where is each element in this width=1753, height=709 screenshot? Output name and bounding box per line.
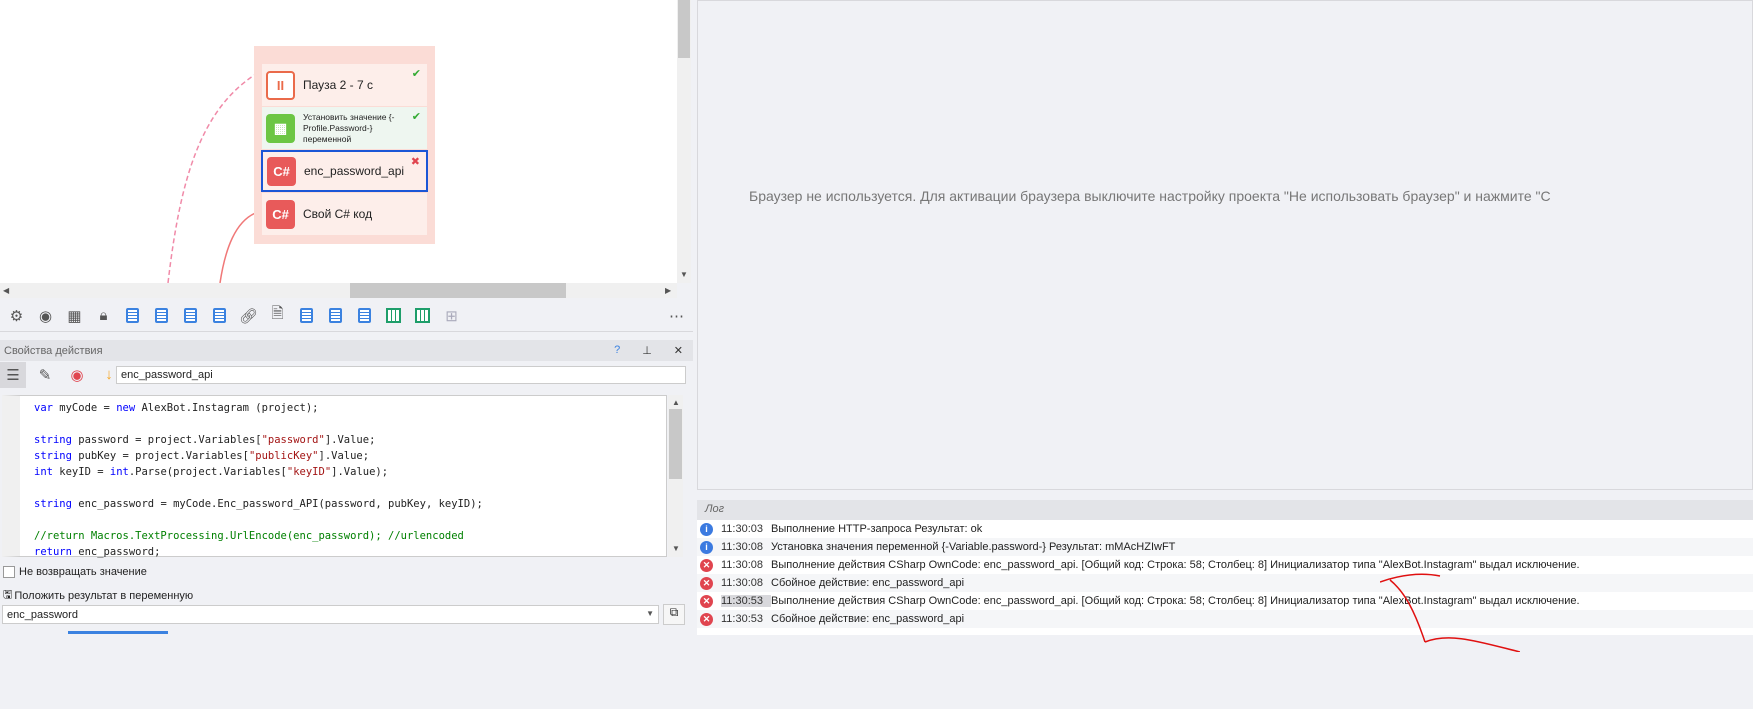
list-icon[interactable] <box>209 305 230 326</box>
log-time: 11:30:03 <box>721 523 764 535</box>
log-list[interactable]: i 11:30:03 Выполнение HTTP-запроса Результ… <box>697 520 1753 635</box>
table-icon[interactable] <box>412 305 433 326</box>
node-label: Пауза 2 - 7 с <box>303 78 374 92</box>
log-message: Установка значения переменной {-Variable… <box>771 541 1176 553</box>
active-tab-indicator <box>68 631 168 634</box>
node-label: Свой C# код <box>303 207 373 221</box>
properties-header: Свойства действия ? ⊥ ✕ <box>0 340 693 361</box>
check-icon: ✔ <box>411 111 421 123</box>
close-icon[interactable]: ✕ <box>674 344 683 357</box>
project-canvas[interactable]: II Пауза 2 - 7 с ✔ ▦ Установить значение… <box>0 0 677 283</box>
grid-icon[interactable]: ▦ <box>64 305 85 326</box>
info-icon: i <box>700 540 713 554</box>
no-return-checkbox[interactable]: Не возвращать значение <box>3 566 147 578</box>
node-label: enc_password_api <box>304 164 405 178</box>
node-enc-password-api[interactable]: C# enc_password_api ✖ <box>261 150 428 192</box>
info-icon: i <box>700 522 713 536</box>
node-own-csharp[interactable]: C# Свой C# код <box>262 193 427 235</box>
list-icon[interactable] <box>354 305 375 326</box>
save-result-option[interactable]: 🖫 Положить результат в переменную <box>3 586 193 605</box>
error-icon: ✕ <box>700 558 713 572</box>
more-icon[interactable]: ⋯ <box>666 305 687 326</box>
csharp-icon: C# <box>267 156 296 186</box>
list-icon[interactable] <box>151 305 172 326</box>
code-editor[interactable]: var myCode = new AlexBot.Instagram (proj… <box>2 395 667 558</box>
settings-icon[interactable]: ⚙ <box>6 305 27 326</box>
error-icon: ✕ <box>700 612 713 626</box>
result-variable-select[interactable]: enc_password ▼ <box>2 605 659 624</box>
log-message: Сбойное действие: enc_password_api <box>771 577 965 589</box>
record-icon[interactable]: ◉ <box>64 362 90 388</box>
browser-area: Браузер не используется. Для активации б… <box>697 0 1753 490</box>
list-icon[interactable] <box>325 305 346 326</box>
log-row[interactable]: ✕ 11:30:53 Выполнение действия CSharp OwnC… <box>697 592 1753 610</box>
chevron-down-icon[interactable]: ▼ <box>646 609 654 618</box>
save-icon: 🖫 <box>3 589 13 601</box>
add-icon[interactable]: ⊞ <box>441 305 462 326</box>
red-annotation-stroke <box>1380 573 1520 652</box>
copy-variable-button[interactable]: ⧉ <box>663 604 685 625</box>
log-row[interactable]: ✕ 11:30:08 Выполнение действия CSharp OwnC… <box>697 556 1753 574</box>
node-set-value[interactable]: ▦ Установить значение {-Profile.Password… <box>262 107 427 149</box>
log-time: 11:30:08 <box>721 541 764 553</box>
log-header: Лог <box>697 500 1753 520</box>
file-code-icon[interactable]: 🗎 <box>267 305 288 326</box>
log-row[interactable]: i 11:30:08 Установка значения переменной {… <box>697 538 1753 556</box>
node-pause[interactable]: II Пауза 2 - 7 с ✔ <box>262 64 427 106</box>
error-icon: ✕ <box>700 576 713 590</box>
action-group: II Пауза 2 - 7 с ✔ ▦ Установить значение… <box>254 46 435 244</box>
error-icon: ✖ <box>410 156 420 168</box>
list-icon[interactable] <box>296 305 317 326</box>
log-time: 11:30:53 <box>721 595 771 607</box>
lock-icon[interactable]: 🔒︎ <box>93 305 114 326</box>
log-time: 11:30:53 <box>721 613 764 625</box>
code-scrollbar[interactable]: ▲ ▼ <box>668 395 683 557</box>
result-variable-value: enc_password <box>7 609 78 621</box>
node-label: Установить значение {-Profile.Password-}… <box>303 111 395 144</box>
actions-toolbar: ⚙ ◉ ▦ 🔒︎ 🔗︎ 🗎 ⊞ ⋯ <box>0 300 693 332</box>
log-row[interactable]: ✕ 11:30:53 Сбойное действие: enc_password_… <box>697 610 1753 628</box>
log-time: 11:30:08 <box>721 577 764 589</box>
grid-icon: ▦ <box>266 113 295 143</box>
link-icon[interactable]: 🔗︎ <box>238 305 259 326</box>
code-line: var myCode = new AlexBot.Instagram (proj… <box>34 402 319 414</box>
browser-disabled-message: Браузер не используется. Для активации б… <box>749 188 1551 204</box>
canvas-horizontal-scrollbar[interactable]: ◀ ▶ <box>0 283 677 298</box>
error-icon: ✕ <box>700 594 713 608</box>
log-row[interactable]: ✕ 11:30:08 Сбойное действие: enc_password_… <box>697 574 1753 592</box>
profile-icon[interactable]: ◉ <box>35 305 56 326</box>
log-message: Выполнение действия CSharp OwnCode: enc_… <box>771 559 1580 571</box>
no-return-label: Не возвращать значение <box>19 566 147 578</box>
pin-icon[interactable]: ⊥ <box>642 344 652 357</box>
list-icon[interactable] <box>180 305 201 326</box>
log-message: Сбойное действие: enc_password_api <box>771 613 965 625</box>
save-result-label: Положить результат в переменную <box>14 589 194 602</box>
log-message: Выполнение HTTP-запроса Результат: ok <box>771 523 983 535</box>
properties-settings-icon[interactable]: ☰ <box>0 361 26 388</box>
list-icon[interactable] <box>122 305 143 326</box>
log-time: 11:30:08 <box>721 559 764 571</box>
right-panel: Браузер не используется. Для активации б… <box>697 0 1753 709</box>
left-panel: II Пауза 2 - 7 с ✔ ▦ Установить значение… <box>0 0 693 709</box>
properties-title: Свойства действия <box>4 344 103 357</box>
csharp-icon: C# <box>266 199 295 229</box>
action-name-input[interactable]: enc_password_api <box>116 366 686 384</box>
edit-notes-icon[interactable]: ✎ <box>32 362 58 388</box>
pause-icon: II <box>266 70 295 100</box>
canvas-vertical-scrollbar[interactable]: ▼ <box>677 0 691 283</box>
log-row[interactable]: i 11:30:03 Выполнение HTTP-запроса Результ… <box>697 520 1753 538</box>
check-icon: ✔ <box>411 68 421 80</box>
table-icon[interactable] <box>383 305 404 326</box>
help-icon[interactable]: ? <box>614 344 620 357</box>
